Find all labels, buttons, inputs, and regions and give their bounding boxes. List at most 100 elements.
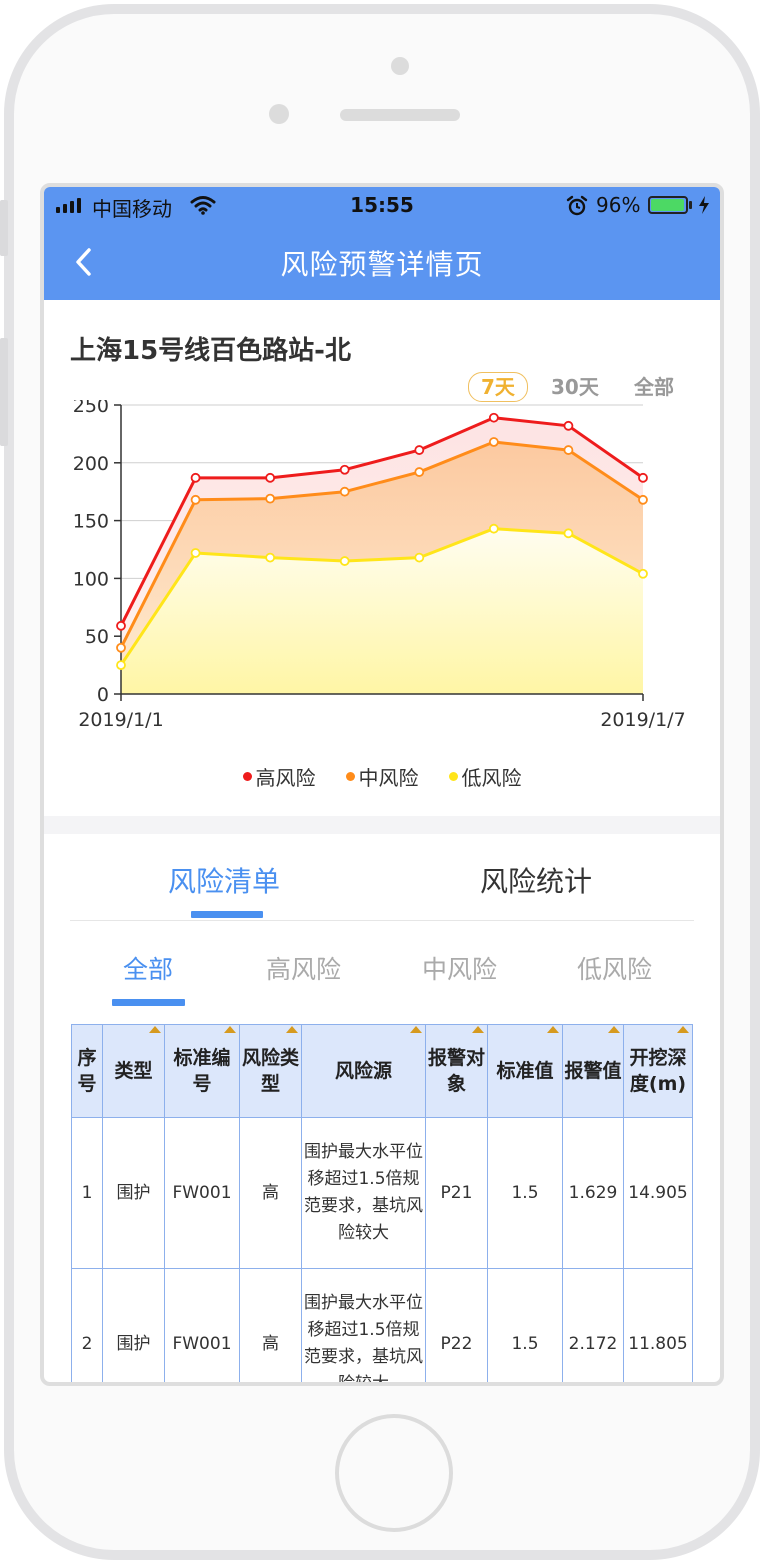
- data-point: [563, 445, 574, 455]
- cell-type: 围护: [102, 1117, 165, 1269]
- cell-risk-type: 高: [239, 1117, 302, 1269]
- range-tab-7d[interactable]: 7天: [468, 372, 528, 402]
- data-point: [116, 642, 126, 653]
- data-point: [265, 493, 276, 504]
- app-header: 中国移动 15:55 96% 风险预警详情页: [44, 187, 720, 300]
- table-row[interactable]: 2 围护 FW001 高 围护最大水平位移超过1.5倍规范要求，基坑风险较大 P…: [71, 1268, 693, 1382]
- cell-depth: 14.905: [623, 1117, 693, 1269]
- data-point: [488, 437, 499, 447]
- legend-label: 中风险: [358, 766, 419, 790]
- filter-tab-mid[interactable]: 中风险: [422, 950, 497, 986]
- home-button[interactable]: [335, 1414, 453, 1532]
- cell-type: 围护: [102, 1268, 165, 1382]
- header-standard-value[interactable]: 标准值: [487, 1024, 563, 1118]
- sort-icon: [547, 1026, 559, 1033]
- legend-label: 高风险: [255, 766, 316, 790]
- sort-icon: [149, 1026, 161, 1033]
- cell-standard-value: 1.5: [487, 1268, 563, 1382]
- sort-icon: [472, 1026, 484, 1033]
- battery-fill: [651, 199, 684, 211]
- risk-table: 序号 类型 标准编号 风险类型 风险源 报警对象 标准值 报警值 开挖深度(m)…: [71, 1024, 693, 1382]
- cell-risk-source: 围护最大水平位移超过1.5倍规范要求，基坑风险较大: [301, 1268, 426, 1382]
- sort-icon: [677, 1026, 689, 1033]
- data-point: [339, 464, 350, 475]
- range-tab-all[interactable]: 全部: [634, 373, 674, 401]
- main-tabs: 风险清单 风险统计: [70, 834, 694, 921]
- y-tick-label: 250: [73, 400, 109, 417]
- front-camera: [269, 104, 289, 124]
- volume-button: [0, 338, 8, 446]
- data-point: [638, 494, 648, 505]
- sort-icon: [286, 1026, 298, 1033]
- header-risk-source[interactable]: 风险源: [301, 1024, 426, 1118]
- data-point: [190, 472, 201, 483]
- legend-label: 低风险: [461, 766, 522, 790]
- data-point: [190, 494, 201, 505]
- filter-tab-all[interactable]: 全部: [123, 950, 173, 986]
- header-type[interactable]: 类型: [102, 1024, 165, 1118]
- table-row[interactable]: 1 围护 FW001 高 围护最大水平位移超过1.5倍规范要求，基坑风险较大 P…: [71, 1117, 693, 1269]
- cell-index: 1: [71, 1117, 103, 1269]
- charging-icon: [699, 196, 709, 214]
- data-point: [265, 552, 276, 563]
- filter-tab-high[interactable]: 高风险: [266, 950, 341, 986]
- range-tabs: 7天 30天 全部: [44, 370, 720, 404]
- cell-depth: 11.805: [623, 1268, 693, 1382]
- legend-item[interactable]: 高风险: [242, 762, 316, 791]
- cell-risk-source: 围护最大水平位移超过1.5倍规范要求，基坑风险较大: [301, 1117, 426, 1269]
- cell-standard-code: FW001: [164, 1268, 240, 1382]
- data-point: [638, 472, 648, 483]
- front-sensor: [391, 57, 409, 75]
- data-point: [414, 552, 425, 563]
- header-depth[interactable]: 开挖深度(m): [623, 1024, 693, 1118]
- legend-item[interactable]: 中风险: [345, 762, 419, 791]
- data-point: [638, 568, 648, 579]
- screen: 中国移动 15:55 96% 风险预警详情页 上海15号线百色路站-北 7天 3…: [40, 183, 724, 1386]
- y-tick-label: 100: [73, 568, 109, 590]
- filter-tab-low[interactable]: 低风险: [577, 950, 652, 986]
- cell-alarm-value: 1.629: [562, 1117, 624, 1269]
- data-point: [116, 620, 126, 631]
- battery-percent: 96%: [596, 193, 641, 217]
- data-point: [190, 548, 201, 558]
- header-alarm-target[interactable]: 报警对象: [425, 1024, 488, 1118]
- tab-risk-list[interactable]: 风险清单: [168, 860, 280, 900]
- sort-icon: [608, 1026, 620, 1033]
- header-risk-type[interactable]: 风险类型: [239, 1024, 302, 1118]
- header-index[interactable]: 序号: [71, 1024, 103, 1118]
- cell-alarm-target: P21: [425, 1117, 488, 1269]
- range-tab-30d[interactable]: 30天: [551, 373, 599, 401]
- y-tick-label: 0: [97, 684, 109, 706]
- data-point: [414, 467, 425, 477]
- cell-index: 2: [71, 1268, 103, 1382]
- risk-trend-chart: 0 50 100 150 200 250 2019/1/1 2019/1/7: [73, 400, 686, 731]
- data-point: [488, 523, 499, 534]
- sort-icon: [410, 1026, 422, 1033]
- cell-standard-value: 1.5: [487, 1117, 563, 1269]
- header-alarm-value[interactable]: 报警值: [562, 1024, 624, 1118]
- station-title: 上海15号线百色路站-北: [70, 336, 351, 366]
- sort-icon: [224, 1026, 236, 1033]
- status-bar: 中国移动 15:55 96%: [44, 187, 720, 229]
- legend-dot: [345, 772, 355, 781]
- cell-alarm-target: P22: [425, 1268, 488, 1382]
- table-header-row: 序号 类型 标准编号 风险类型 风险源 报警对象 标准值 报警值 开挖深度(m): [71, 1024, 693, 1118]
- legend-dot: [242, 772, 252, 781]
- x-tick-label: 2019/1/7: [600, 709, 685, 731]
- cell-alarm-value: 2.172: [562, 1268, 624, 1382]
- earpiece-speaker: [340, 109, 460, 121]
- data-point: [265, 472, 276, 483]
- legend-item[interactable]: 低风险: [448, 762, 522, 791]
- header-standard-code[interactable]: 标准编号: [164, 1024, 240, 1118]
- data-point: [563, 528, 574, 539]
- chart-card: 上海15号线百色路站-北 7天 30天 全部 050 100 150 200 2…: [44, 300, 720, 816]
- filter-tabs: 全部 高风险 中风险 低风险: [44, 920, 720, 1010]
- data-point: [414, 445, 425, 455]
- data-point: [339, 556, 350, 566]
- data-point: [116, 660, 126, 671]
- y-tick-label: 200: [73, 453, 109, 475]
- section-divider: [44, 816, 720, 834]
- tab-risk-stats[interactable]: 风险统计: [480, 860, 592, 900]
- mute-switch: [0, 200, 8, 256]
- data-point: [339, 486, 350, 497]
